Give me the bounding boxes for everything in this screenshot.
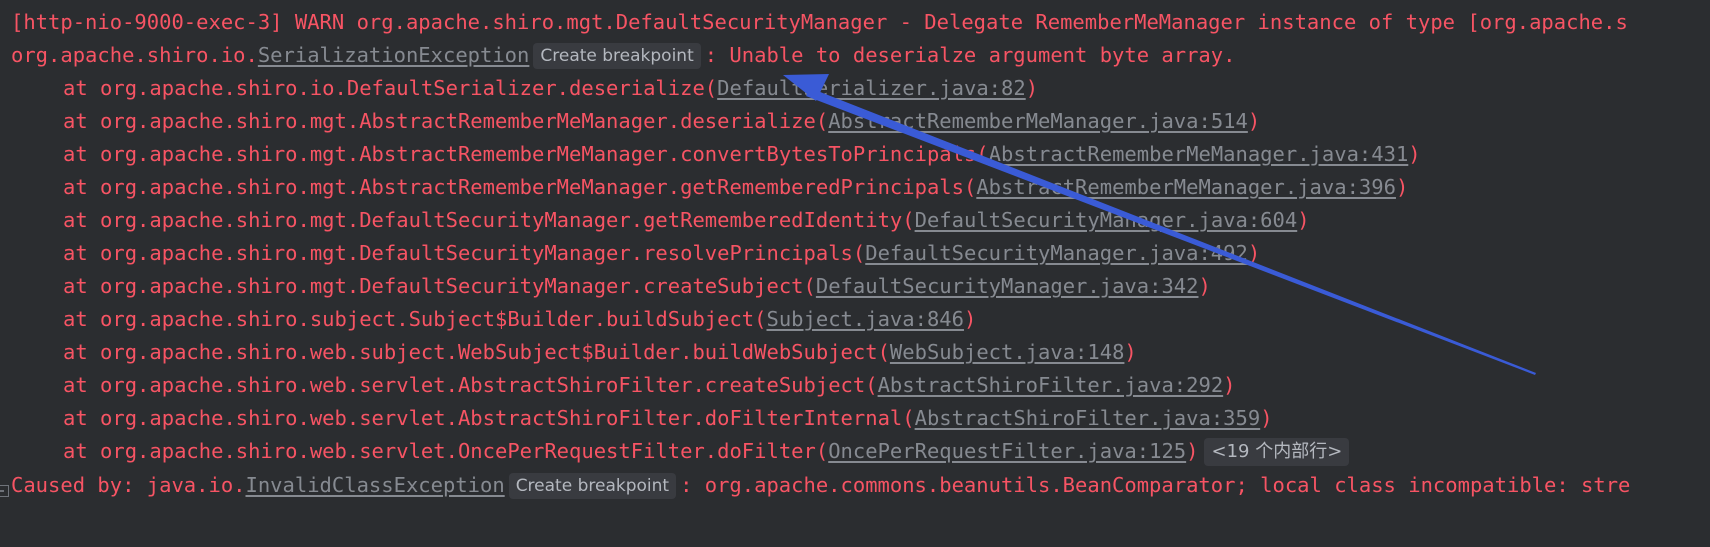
frame-method: at org.apache.shiro.web.subject.WebSubje… xyxy=(63,340,890,364)
source-link[interactable]: AbstractRememberMeManager.java:431 xyxy=(989,142,1409,166)
frame-method: at org.apache.shiro.mgt.AbstractRemember… xyxy=(63,142,989,166)
source-link[interactable]: DefaultSerializer.java:82 xyxy=(717,76,1026,100)
source-link[interactable]: DefaultSecurityManager.java:492 xyxy=(865,241,1248,265)
frame-method: at org.apache.shiro.mgt.DefaultSecurityM… xyxy=(63,241,866,265)
caused-by-prefix: Caused by: java.io. xyxy=(11,473,246,497)
stack-frame: at org.apache.shiro.subject.Subject$Buil… xyxy=(63,307,977,331)
source-link[interactable]: DefaultSecurityManager.java:342 xyxy=(816,274,1199,298)
caused-by-class-link[interactable]: InvalidClassException xyxy=(246,473,505,497)
stack-frame: at org.apache.shiro.io.DefaultSerializer… xyxy=(63,76,1039,100)
exception-class-link[interactable]: SerializationException xyxy=(258,43,530,67)
exception-message: : Unable to deserialze argument byte arr… xyxy=(704,43,1236,67)
source-link[interactable]: AbstractShiroFilter.java:359 xyxy=(915,406,1261,430)
warn-log-line: [http-nio-9000-exec-3] WARN org.apache.s… xyxy=(11,10,1628,34)
exception-package: org.apache.shiro.io. xyxy=(11,43,258,67)
frame-method: at org.apache.shiro.web.servlet.Abstract… xyxy=(63,373,878,397)
frame-method: at org.apache.shiro.mgt.AbstractRemember… xyxy=(63,175,977,199)
stack-frame: at org.apache.shiro.mgt.DefaultSecurityM… xyxy=(63,208,1310,232)
stack-frame: at org.apache.shiro.mgt.AbstractRemember… xyxy=(63,109,1261,133)
frame-method: at org.apache.shiro.web.servlet.OncePerR… xyxy=(63,439,829,463)
caused-by-line: Caused by: java.io.InvalidClassException… xyxy=(11,467,1710,503)
stack-frame: at org.apache.shiro.mgt.AbstractRemember… xyxy=(63,175,1409,199)
source-link[interactable]: AbstractRememberMeManager.java:514 xyxy=(828,109,1248,133)
create-breakpoint-button[interactable]: Create breakpoint xyxy=(508,473,677,499)
caused-by-message: : org.apache.commons.beanutils.BeanCompa… xyxy=(680,473,1631,497)
create-breakpoint-button[interactable]: Create breakpoint xyxy=(533,43,701,69)
fold-gutter-icon[interactable] xyxy=(0,485,9,497)
frame-method: at org.apache.shiro.mgt.AbstractRemember… xyxy=(63,109,829,133)
stack-frame: at org.apache.shiro.web.servlet.Abstract… xyxy=(63,373,1236,397)
source-link[interactable]: AbstractShiroFilter.java:292 xyxy=(878,373,1224,397)
source-link[interactable]: WebSubject.java:148 xyxy=(890,340,1125,364)
stack-frame: at org.apache.shiro.mgt.DefaultSecurityM… xyxy=(63,274,1211,298)
frame-method: at org.apache.shiro.mgt.DefaultSecurityM… xyxy=(63,274,816,298)
console-output: [http-nio-9000-exec-3] WARN org.apache.s… xyxy=(0,0,1710,547)
frame-method: at org.apache.shiro.io.DefaultSerializer… xyxy=(63,76,718,100)
source-link[interactable]: Subject.java:846 xyxy=(767,307,964,331)
frame-method: at org.apache.shiro.web.servlet.Abstract… xyxy=(63,406,915,430)
folded-lines-toggle[interactable]: <19 个内部行> xyxy=(1204,438,1350,466)
stack-frame: at org.apache.shiro.web.servlet.OncePerR… xyxy=(63,433,1710,469)
stack-frame: at org.apache.shiro.mgt.DefaultSecurityM… xyxy=(63,241,1261,265)
stack-frame: at org.apache.shiro.mgt.AbstractRemember… xyxy=(63,142,1421,166)
frame-method: at org.apache.shiro.subject.Subject$Buil… xyxy=(63,307,767,331)
exception-line: org.apache.shiro.io.SerializationExcepti… xyxy=(11,37,1710,73)
stack-frame: at org.apache.shiro.web.servlet.Abstract… xyxy=(63,406,1273,430)
stack-frame: at org.apache.shiro.web.subject.WebSubje… xyxy=(63,340,1137,364)
source-link[interactable]: AbstractRememberMeManager.java:396 xyxy=(976,175,1396,199)
source-link[interactable]: OncePerRequestFilter.java:125 xyxy=(828,439,1186,463)
source-link[interactable]: DefaultSecurityManager.java:604 xyxy=(915,208,1298,232)
frame-method: at org.apache.shiro.mgt.DefaultSecurityM… xyxy=(63,208,915,232)
